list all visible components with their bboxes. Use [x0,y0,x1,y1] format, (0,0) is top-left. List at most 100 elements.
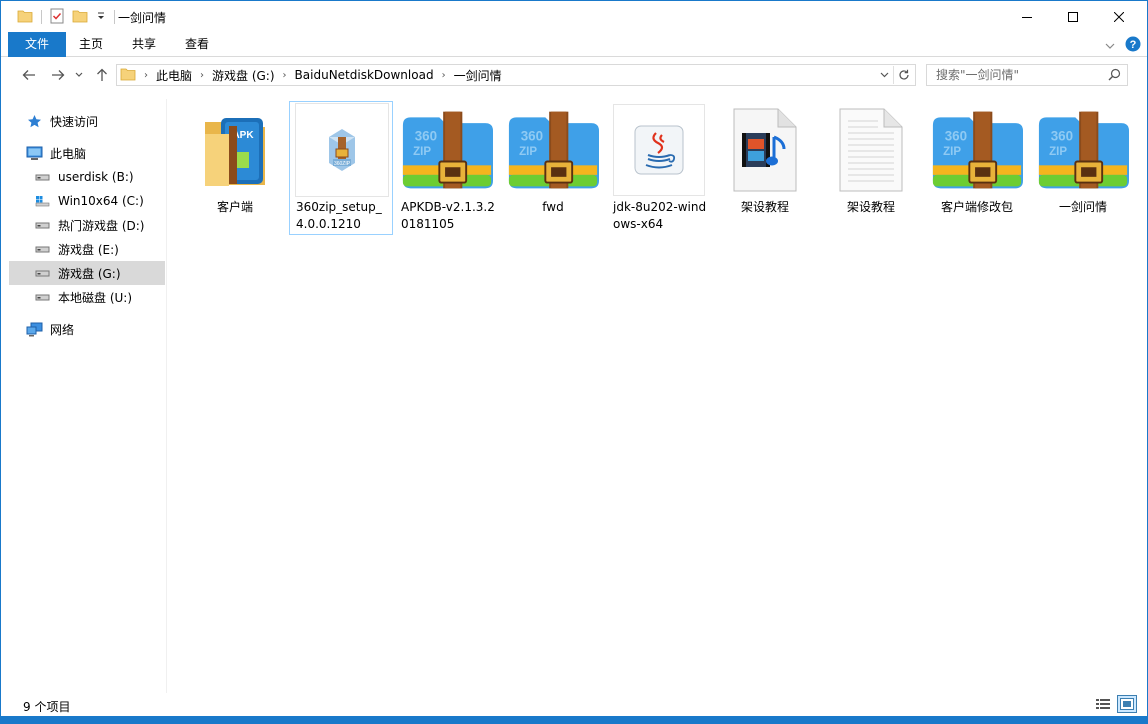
properties-icon[interactable] [50,8,64,27]
close-button[interactable] [1096,1,1142,32]
refresh-icon [898,69,909,80]
desktop-edge [0,716,1148,724]
svg-text:360: 360 [521,128,543,143]
address-history-button[interactable] [877,67,891,83]
apk-folder-icon: APK [189,104,281,196]
breadcrumb-drive[interactable]: 游戏盘 (G:) [208,67,279,84]
address-bar[interactable]: › 此电脑 › 游戏盘 (G:) › BaiduNetdiskDownload … [116,64,916,86]
arrow-right-icon [52,70,65,80]
tab-view[interactable]: 查看 [173,32,221,57]
360zip-archive-icon: 360 ZIP [401,104,493,196]
svg-text:360: 360 [1051,128,1073,143]
drive-icon [33,289,51,305]
nav-drive-g[interactable]: 游戏盘 (G:) [9,261,165,285]
nav-label: Win10x64 (C:) [58,194,144,208]
title-bar: 一剑问情 [1,1,1147,32]
file-name: 客户端修改包 [940,200,1013,214]
file-item[interactable]: 架设教程 [713,102,817,234]
file-item[interactable]: 360 ZIP APKDB-v2.1.3.20181105 [395,102,499,234]
breadcrumb-this-pc[interactable]: 此电脑 [152,67,196,84]
svg-text:360: 360 [945,128,967,143]
breadcrumb-download[interactable]: BaiduNetdiskDownload [291,68,438,82]
customize-qat-icon[interactable] [96,10,106,24]
java-icon [613,104,705,196]
nav-quick-access[interactable]: 快速访问 [25,109,165,133]
search-input[interactable] [927,65,1102,85]
360zip-archive-icon: 360 ZIP [931,104,1023,196]
large-icons-view-button[interactable] [1117,695,1137,713]
file-item[interactable]: APK 客户端 [183,102,287,234]
file-item[interactable]: jdk-8u202-windows-x64 [607,102,711,234]
file-item[interactable]: 360 ZIP 一剑问情 [1031,102,1135,234]
file-item[interactable]: 360ZIP 360zip_setup_4.0.0.1210 [289,101,393,235]
ribbon-tabs: 文件 主页 共享 查看 ? [1,32,1147,57]
file-name: jdk-8u202-windows-x64 [613,200,707,231]
svg-text:ZIP: ZIP [1049,146,1067,158]
nav-drive-u[interactable]: 本地磁盘 (U:) [33,285,165,309]
file-name: fwd [542,200,564,214]
chevron-down-icon [880,72,888,78]
drive-icon [33,217,51,233]
file-item[interactable]: 360 ZIP fwd [501,102,605,234]
nav-drive-b[interactable]: userdisk (B:) [33,165,165,189]
drive-icon [33,241,51,257]
explorer-window: 一剑问情 文件 主页 共享 查看 ? › 此电脑 › 游戏盘 (G:) › Ba… [0,0,1148,724]
qat-separator [114,10,115,24]
360zip-archive-icon: 360 ZIP [507,104,599,196]
arrow-up-icon [97,68,107,81]
maximize-button[interactable] [1050,1,1096,32]
text-file-icon [825,104,917,196]
nav-this-pc[interactable]: 此电脑 [25,141,165,165]
expand-ribbon-icon[interactable] [1105,39,1115,53]
file-name: 架设教程 [740,200,789,214]
status-bar: 9 个项目 [1,693,1147,717]
refresh-button[interactable] [893,66,913,84]
chevron-right-icon[interactable]: › [279,70,291,81]
minimize-icon [1022,16,1032,18]
chevron-right-icon[interactable]: › [438,70,450,81]
svg-text:360ZIP: 360ZIP [334,161,351,167]
search-box[interactable] [926,64,1128,86]
recent-locations-button[interactable] [72,65,86,85]
maximize-icon [1068,11,1078,22]
vertical-scrollbar[interactable] [1139,93,1147,693]
nav-label: 游戏盘 (E:) [58,242,119,257]
window-title: 一剑问情 [118,11,167,25]
search-icon[interactable] [1108,68,1121,84]
help-icon[interactable]: ? [1125,36,1141,55]
forward-button[interactable] [48,65,68,85]
installer-icon: 360ZIP [295,103,389,197]
nav-label: 游戏盘 (G:) [58,266,121,281]
file-item[interactable]: 360 ZIP 客户端修改包 [925,102,1029,234]
file-item[interactable]: 架设教程 [819,102,923,234]
star-icon [25,113,43,129]
navigation-pane: 快速访问 此电脑 userdisk (B:) Win10x64 (C:) 热门游… [1,99,167,693]
tab-file[interactable]: 文件 [8,32,66,57]
folder-icon [17,9,33,26]
back-button[interactable] [19,65,39,85]
details-view-button[interactable] [1093,695,1113,713]
svg-text:ZIP: ZIP [519,146,537,158]
up-button[interactable] [92,65,112,85]
new-folder-icon[interactable] [72,9,88,26]
file-name: 360zip_setup_4.0.0.1210 [296,200,382,231]
minimize-button[interactable] [1004,1,1050,32]
file-name: 一剑问情 [1058,200,1107,214]
chevron-right-icon[interactable]: › [196,70,208,81]
nav-drive-e[interactable]: 游戏盘 (E:) [33,237,165,261]
network-icon [25,321,43,337]
windows-drive-icon [33,193,51,209]
nav-label: 网络 [50,322,75,337]
nav-drive-c[interactable]: Win10x64 (C:) [33,189,165,213]
nav-drive-d[interactable]: 热门游戏盘 (D:) [33,213,165,237]
view-switcher [1093,695,1137,713]
tab-home[interactable]: 主页 [67,32,115,57]
chevron-right-icon[interactable]: › [140,70,152,81]
svg-text:360: 360 [415,128,437,143]
file-name: APKDB-v2.1.3.20181105 [401,200,495,231]
tab-share[interactable]: 共享 [120,32,168,57]
svg-text:ZIP: ZIP [413,146,431,158]
video-file-icon [719,104,811,196]
breadcrumb-current[interactable]: 一剑问情 [450,67,506,84]
nav-network[interactable]: 网络 [25,317,165,341]
